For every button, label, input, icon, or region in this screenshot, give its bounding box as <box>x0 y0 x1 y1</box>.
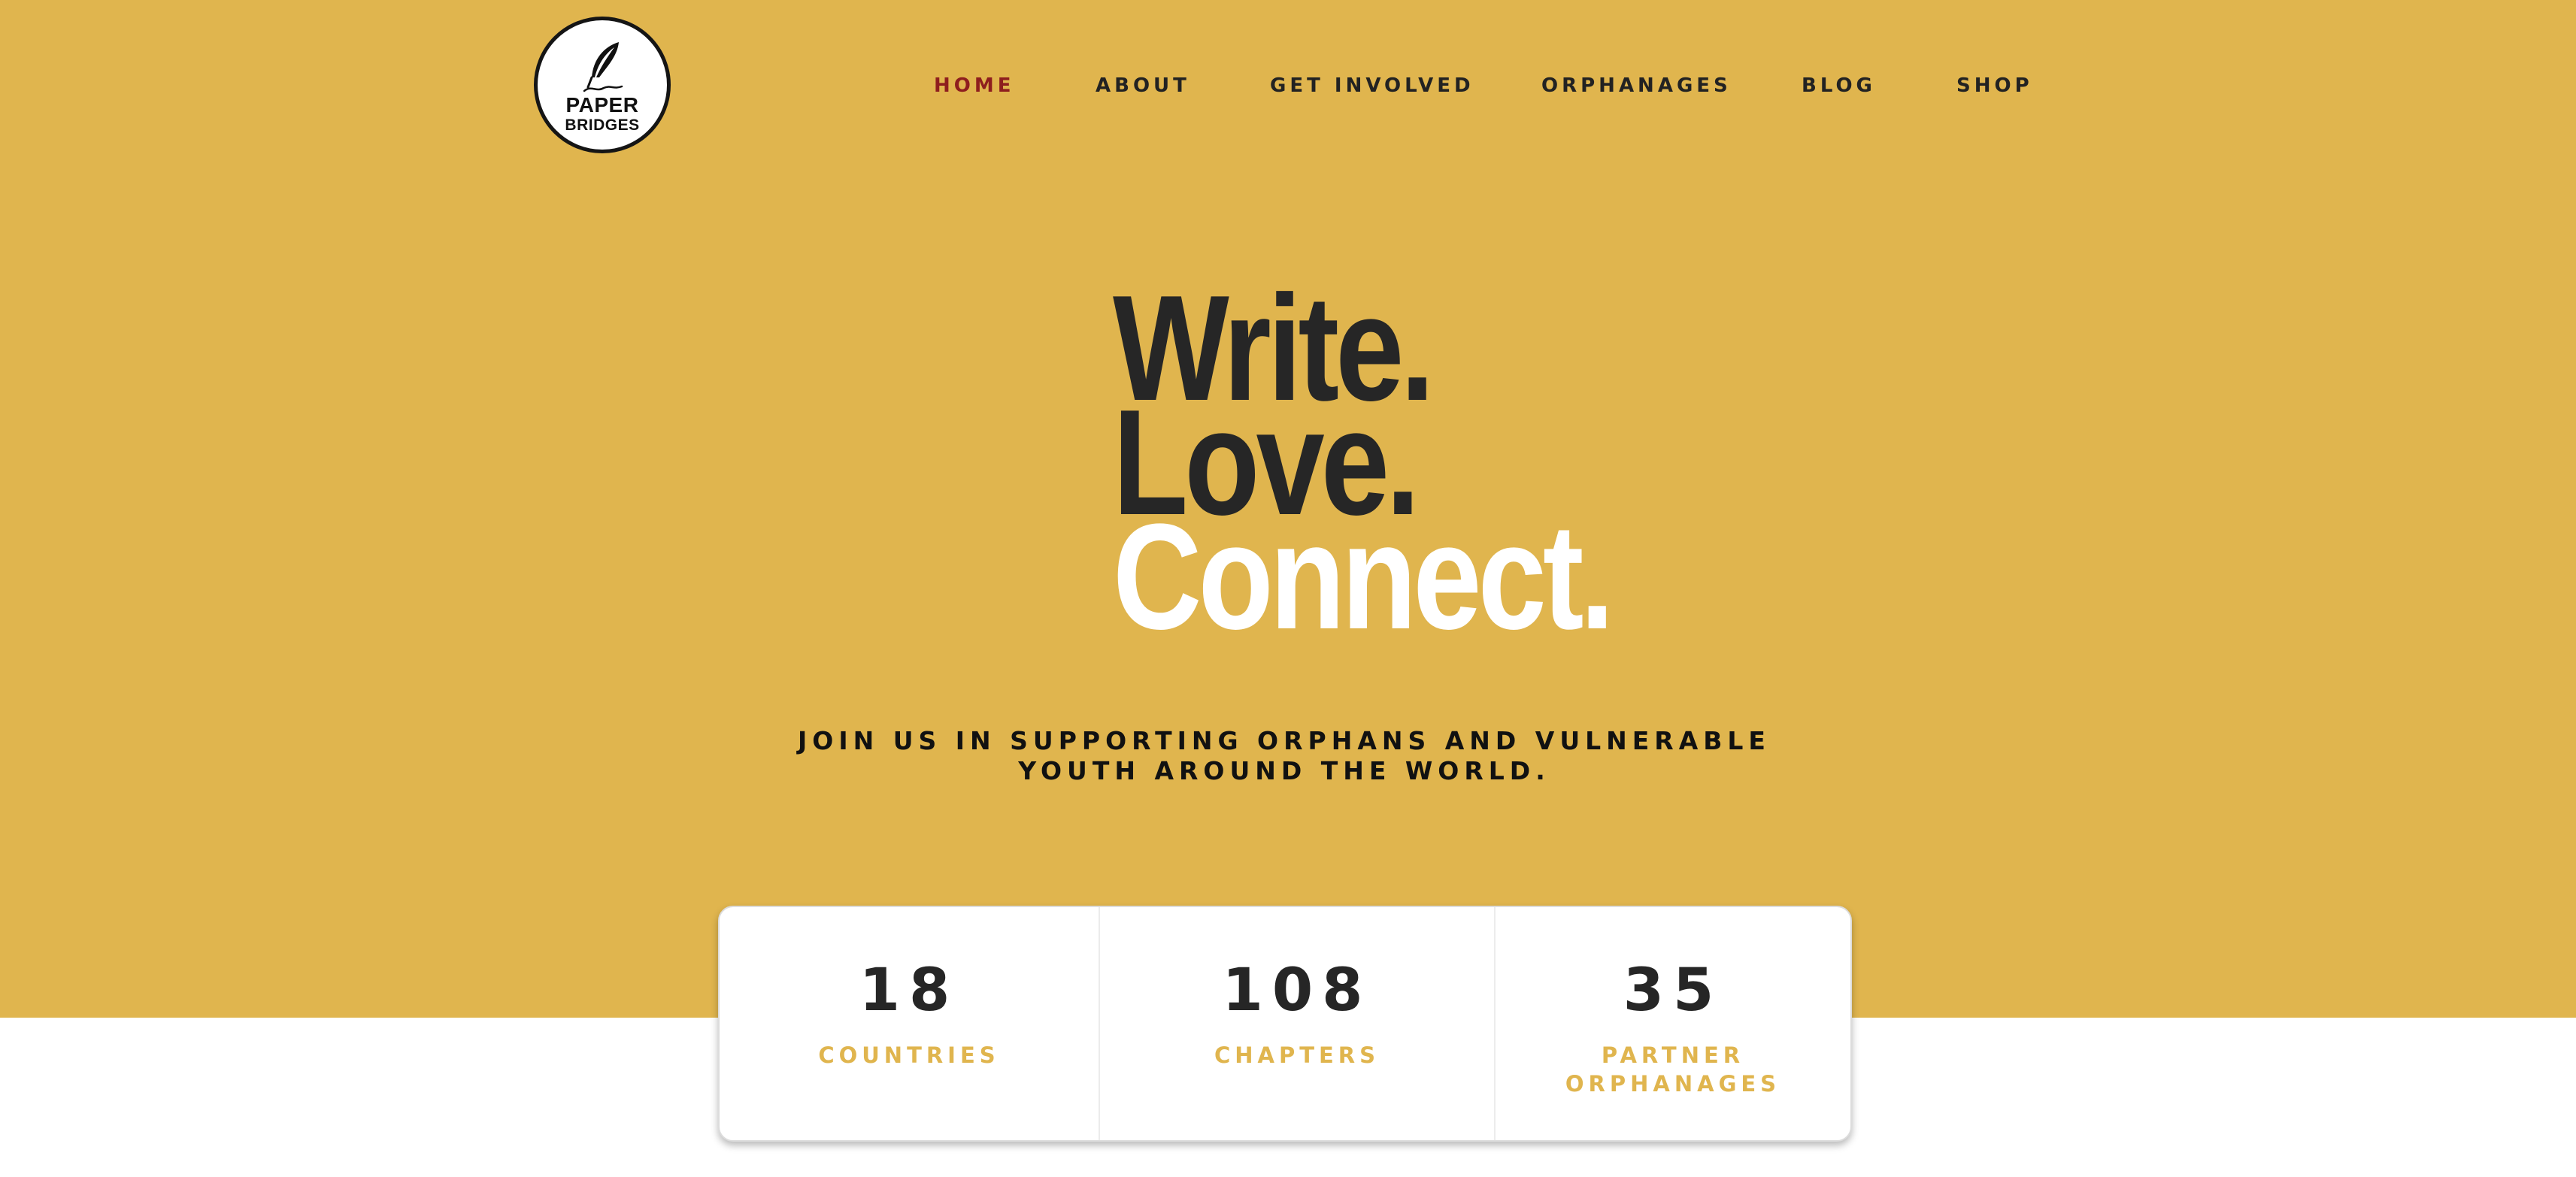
brand-name-secondary: BRIDGES <box>565 116 640 134</box>
nav-item-home[interactable]: HOME <box>934 73 1015 98</box>
stat-label: PARTNER ORPHANAGES <box>1496 1041 1850 1098</box>
hero-headline: Write. Love. Connect. <box>1113 274 1720 661</box>
hero-tagline: JOIN US IN SUPPORTING ORPHANS AND VULNER… <box>752 726 1817 786</box>
nav-item-about[interactable]: ABOUT <box>1096 73 1190 98</box>
stat-label-line: PARTNER <box>1601 1042 1745 1068</box>
main-nav: HOME ABOUT GET INVOLVED ORPHANAGES BLOG … <box>0 73 2576 98</box>
nav-item-blog[interactable]: BLOG <box>1802 73 1876 98</box>
stat-label: CHAPTERS <box>1100 1041 1494 1070</box>
stat-label-line: ORPHANAGES <box>1565 1071 1781 1097</box>
tagline-line-1: JOIN US IN SUPPORTING ORPHANS AND VULNER… <box>798 726 1771 755</box>
stat-countries: 18 COUNTRIES <box>720 907 1100 1140</box>
stat-value: 35 <box>1623 957 1723 1024</box>
nav-item-shop[interactable]: SHOP <box>1956 73 2033 98</box>
stat-value: 108 <box>1222 957 1372 1024</box>
stat-label-line: COUNTRIES <box>818 1042 1000 1068</box>
stat-chapters: 108 CHAPTERS <box>1100 907 1496 1140</box>
nav-item-get-involved[interactable]: GET INVOLVED <box>1270 73 1474 98</box>
stat-label: COUNTRIES <box>720 1041 1099 1070</box>
tagline-line-2: YOUTH AROUND THE WORLD. <box>1018 756 1550 785</box>
stat-partner-orphanages: 35 PARTNER ORPHANAGES <box>1496 907 1850 1140</box>
stat-label-line: CHAPTERS <box>1214 1042 1380 1068</box>
stat-value: 18 <box>859 957 959 1024</box>
nav-item-orphanages[interactable]: ORPHANAGES <box>1541 73 1732 98</box>
headline-connect: Connect. <box>1113 493 1614 661</box>
stats-card: 18 COUNTRIES 108 CHAPTERS 35 PARTNER ORP… <box>718 906 1852 1142</box>
